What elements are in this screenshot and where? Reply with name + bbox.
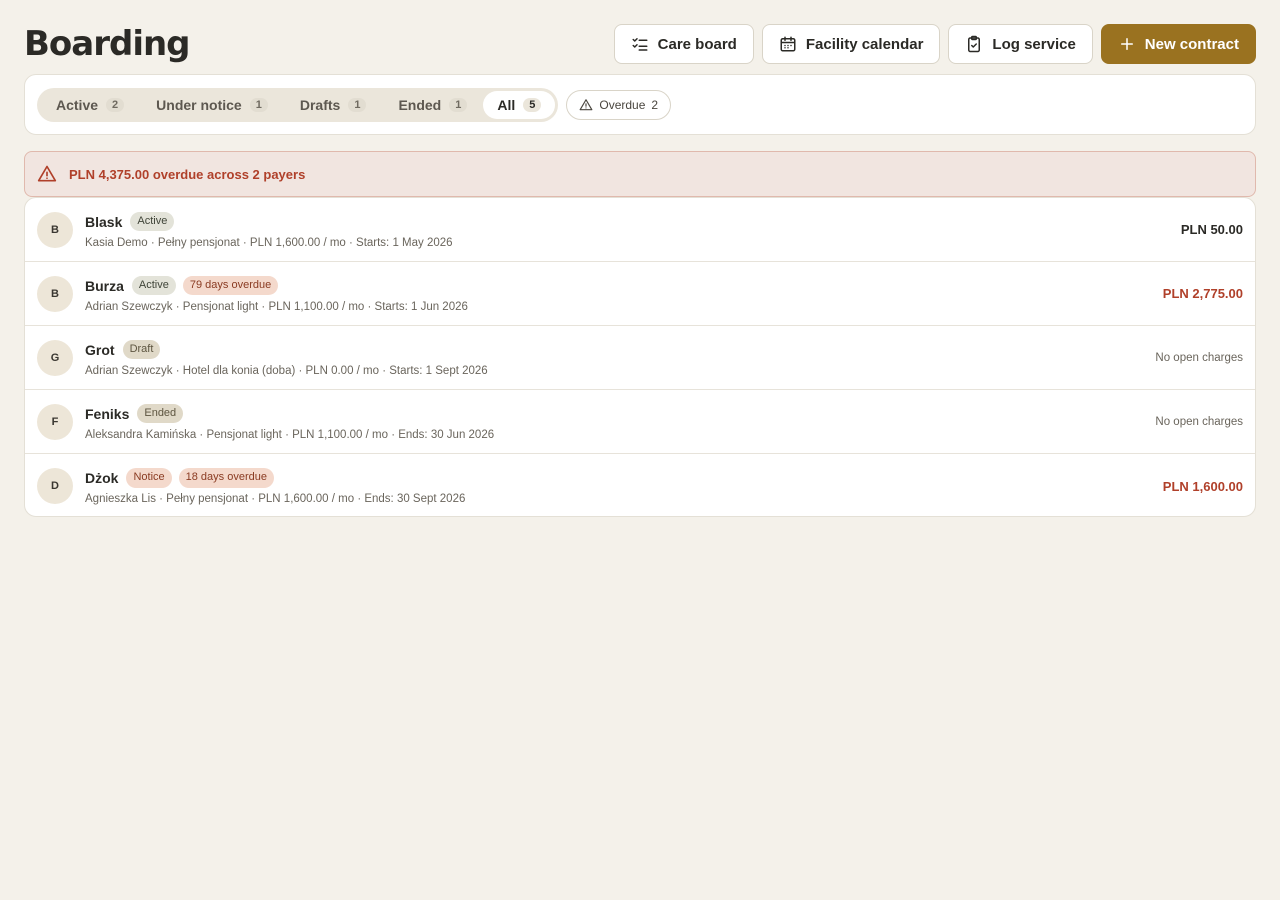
contract-info: Burza Active 79 days overdue Adrian Szew… bbox=[85, 275, 1163, 313]
clipboard-check-icon bbox=[968, 35, 981, 53]
care-board-button[interactable]: Care board bbox=[613, 24, 754, 64]
contract-info: Blask Active Kasia Demo · Pełny pensjona… bbox=[85, 211, 1181, 249]
contract-row[interactable]: G Grot Draft Adrian Szewczyk · Hotel dla… bbox=[25, 326, 1255, 390]
avatar: B bbox=[37, 275, 73, 312]
new-contract-label: New contract bbox=[1144, 35, 1239, 53]
tab-count: 1 bbox=[348, 97, 367, 112]
page-title: Boarding bbox=[24, 24, 191, 64]
status-badge: Ended bbox=[137, 403, 184, 424]
contract-title-line: Grot Draft bbox=[85, 339, 1155, 361]
contract-meta: Agnieszka Lis · Pełny pensjonat · PLN 1,… bbox=[85, 493, 466, 505]
log-service-label: Log service bbox=[992, 35, 1076, 53]
status-tabs: Active 2 Under notice 1 Drafts 1 Ended 1… bbox=[37, 87, 559, 122]
contract-title-line: Feniks Ended bbox=[85, 403, 1155, 425]
avatar: D bbox=[37, 468, 73, 504]
overdue-chip-count: 2 bbox=[651, 97, 659, 112]
facility-calendar-button[interactable]: Facility calendar bbox=[761, 24, 941, 64]
overdue-badge: 18 days overdue bbox=[178, 468, 274, 488]
tab-under-notice[interactable]: Under notice 1 bbox=[140, 91, 284, 119]
tab-count: 1 bbox=[449, 97, 468, 112]
overdue-chip-label: Overdue bbox=[599, 97, 646, 112]
contract-row[interactable]: D Dżok Notice 18 days overdue Agnieszka … bbox=[25, 454, 1255, 516]
horse-name: Grot bbox=[85, 341, 115, 358]
warning-triangle-icon bbox=[579, 98, 593, 110]
contract-meta: Aleksandra Kamińska · Pensjonat light · … bbox=[85, 428, 495, 441]
tab-count: 5 bbox=[523, 97, 542, 112]
contract-title-line: Burza Active 79 days overdue bbox=[85, 275, 1163, 297]
tab-count: 2 bbox=[106, 97, 125, 112]
tab-ended[interactable]: Ended 1 bbox=[382, 91, 483, 119]
contract-meta: Adrian Szewczyk · Pensjonat light · PLN … bbox=[85, 300, 468, 313]
contract-meta: Kasia Demo · Pełny pensjonat · PLN 1,600… bbox=[85, 236, 453, 249]
avatar: B bbox=[37, 211, 73, 248]
status-badge: Active bbox=[130, 211, 175, 232]
tab-label: Under notice bbox=[156, 96, 242, 113]
status-badge: Draft bbox=[122, 339, 161, 360]
header-actions: Care board Facility calendar Log service… bbox=[613, 24, 1256, 64]
plus-icon bbox=[1120, 38, 1133, 50]
avatar: F bbox=[37, 403, 73, 440]
tab-count: 1 bbox=[249, 97, 268, 112]
horse-name: Burza bbox=[85, 277, 124, 294]
contracts-list: B Blask Active Kasia Demo · Pełny pensjo… bbox=[24, 197, 1256, 517]
page-header: Boarding Care board Facility calendar Lo… bbox=[24, 24, 1256, 64]
care-board-label: Care board bbox=[657, 35, 737, 53]
tab-active[interactable]: Active 2 bbox=[40, 91, 140, 119]
contract-info: Grot Draft Adrian Szewczyk · Hotel dla k… bbox=[85, 339, 1155, 377]
open-charges-amount: No open charges bbox=[1155, 415, 1243, 428]
open-charges-amount: PLN 50.00 bbox=[1180, 222, 1243, 237]
alert-text: PLN 4,375.00 overdue across 2 payers bbox=[69, 166, 306, 182]
tab-label: All bbox=[497, 96, 516, 113]
tab-drafts[interactable]: Drafts 1 bbox=[284, 91, 383, 119]
facility-calendar-label: Facility calendar bbox=[805, 35, 924, 53]
warning-triangle-icon bbox=[37, 165, 57, 182]
status-badge: Active bbox=[131, 275, 176, 296]
horse-name: Dżok bbox=[85, 470, 119, 486]
avatar: G bbox=[37, 339, 73, 376]
tab-all[interactable]: All 5 bbox=[483, 90, 556, 119]
open-charges-amount: No open charges bbox=[1155, 351, 1243, 364]
contract-title-line: Blask Active bbox=[85, 211, 1181, 233]
tab-label: Active bbox=[56, 96, 99, 113]
tab-label: Drafts bbox=[299, 96, 341, 113]
calendar-icon bbox=[780, 36, 796, 52]
new-contract-button[interactable]: New contract bbox=[1100, 24, 1256, 64]
filter-panel: Active 2 Under notice 1 Drafts 1 Ended 1… bbox=[24, 74, 1256, 135]
checklist-icon bbox=[632, 38, 648, 51]
open-charges-amount: PLN 2,775.00 bbox=[1162, 286, 1243, 301]
contract-row[interactable]: F Feniks Ended Aleksandra Kamińska · Pen… bbox=[25, 390, 1255, 454]
overdue-badge: 79 days overdue bbox=[182, 275, 279, 296]
overdue-filter-chip[interactable]: Overdue 2 bbox=[566, 89, 672, 120]
contract-row[interactable]: B Burza Active 79 days overdue Adrian Sz… bbox=[25, 262, 1255, 326]
contract-title-line: Dżok Notice 18 days overdue bbox=[85, 467, 1163, 489]
tab-label: Ended bbox=[398, 96, 442, 113]
overdue-alert-banner: PLN 4,375.00 overdue across 2 payers bbox=[24, 151, 1256, 197]
contract-info: Feniks Ended Aleksandra Kamińska · Pensj… bbox=[85, 403, 1155, 441]
open-charges-amount: PLN 1,600.00 bbox=[1162, 478, 1243, 494]
contract-info: Dżok Notice 18 days overdue Agnieszka Li… bbox=[85, 467, 1163, 505]
horse-name: Feniks bbox=[85, 405, 130, 422]
contract-row[interactable]: B Blask Active Kasia Demo · Pełny pensjo… bbox=[25, 198, 1255, 262]
log-service-button[interactable]: Log service bbox=[948, 24, 1093, 64]
status-badge: Notice bbox=[126, 468, 172, 488]
contract-meta: Adrian Szewczyk · Hotel dla konia (doba)… bbox=[85, 364, 488, 377]
horse-name: Blask bbox=[85, 213, 123, 230]
